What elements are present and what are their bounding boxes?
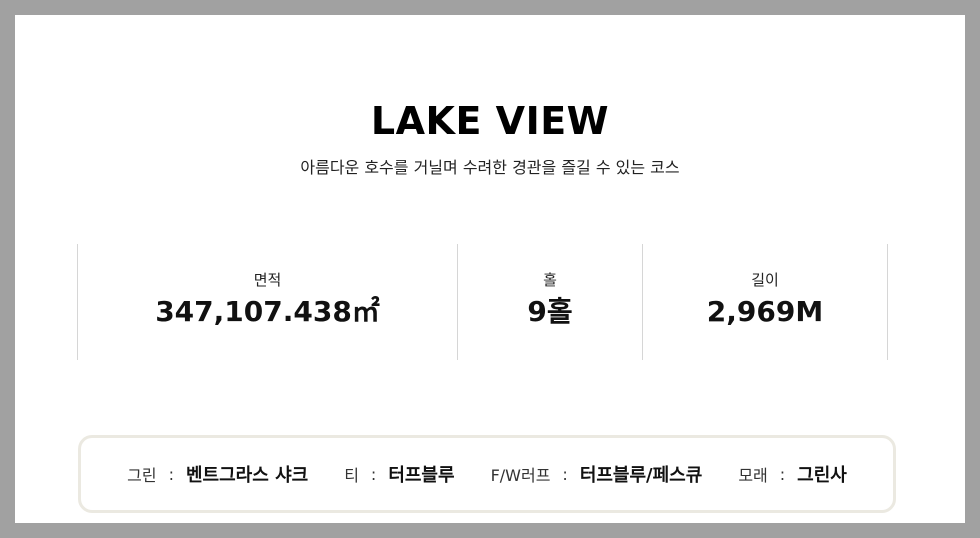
- spec-separator: :: [168, 464, 174, 484]
- spec-green-label: 그린: [127, 466, 157, 485]
- stat-length-label: 길이: [751, 271, 779, 289]
- stat-length: 길이 2,969M: [643, 244, 888, 360]
- course-stats: 면적 347,107.438㎡ 홀 9홀 길이 2,969M: [77, 244, 888, 360]
- spec-sand-value: 그린사: [797, 465, 847, 486]
- spec-sand-label: 모래: [738, 466, 768, 485]
- stat-holes-value: 9홀: [527, 295, 573, 328]
- spec-green: 그린 : 벤트그라스 샤크: [127, 461, 308, 487]
- stat-area-label: 면적: [253, 271, 282, 289]
- spec-green-value: 벤트그라스 샤크: [186, 465, 309, 486]
- spec-fairway-rough-value: 터프블루/페스큐: [579, 465, 703, 486]
- spec-separator: :: [779, 464, 786, 484]
- spec-separator: :: [370, 464, 377, 484]
- spec-sand: 모래 : 그린사: [738, 461, 847, 487]
- stat-area: 면적 347,107.438㎡: [78, 244, 458, 360]
- course-specs: 그린 : 벤트그라스 샤크 티 : 터프블루 F/W러프 : 터프블루/페스큐 …: [78, 435, 896, 513]
- spec-fairway-rough-label: F/W러프: [490, 466, 551, 485]
- course-description: 아름다운 호수를 거닐며 수려한 경관을 즐길 수 있는 코스: [300, 158, 680, 177]
- spec-tee: 티 : 터프블루: [344, 461, 454, 487]
- spec-separator: :: [562, 464, 568, 484]
- spec-tee-value: 터프블루: [388, 465, 455, 486]
- spec-fairway-rough: F/W러프 : 터프블루/페스큐: [491, 461, 703, 487]
- stat-holes: 홀 9홀: [458, 244, 643, 360]
- stat-holes-label: 홀: [543, 271, 557, 289]
- course-title: LAKE VIEW: [370, 99, 610, 143]
- spec-tee-label: 티: [344, 466, 359, 485]
- stat-area-value: 347,107.438㎡: [155, 295, 380, 328]
- course-info-card: LAKE VIEW 아름다운 호수를 거닐며 수려한 경관을 즐길 수 있는 코…: [15, 15, 965, 523]
- stat-length-value: 2,969M: [706, 295, 824, 328]
